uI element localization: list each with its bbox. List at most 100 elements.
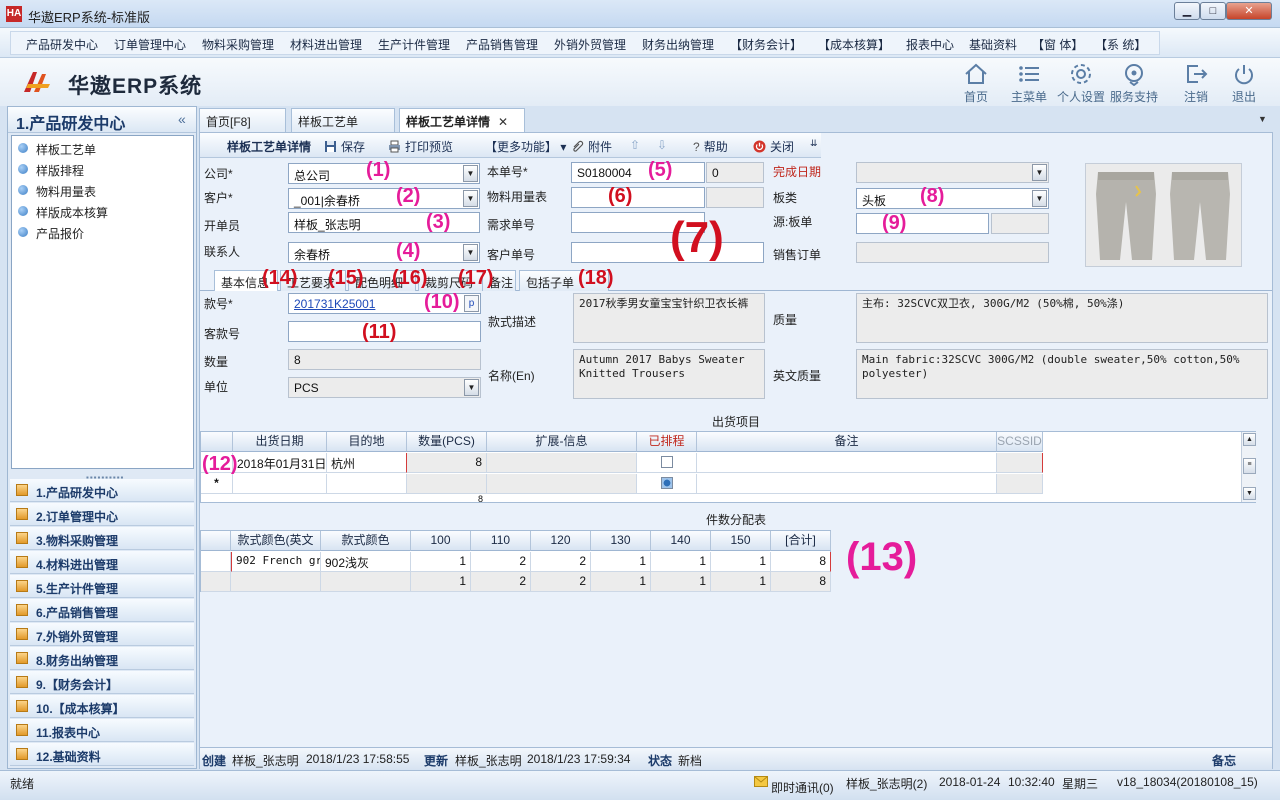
dropdown-arrow-icon[interactable]: ▼ — [1032, 164, 1047, 181]
col-scheduled[interactable]: 已排程 — [637, 432, 697, 452]
col-color-en[interactable]: 款式颜色(英文 — [231, 531, 321, 551]
quality-field[interactable]: 主布: 32SCVC双卫衣, 300G/M2 (50%棉, 50%涤) — [856, 293, 1268, 343]
dropdown-arrow-icon[interactable]: ▼ — [463, 165, 478, 182]
col-remarks[interactable]: 备注 — [697, 432, 997, 452]
move-up-icon[interactable]: ⇧ — [630, 138, 640, 152]
save-button[interactable]: 保存 — [324, 138, 365, 155]
col-size-140[interactable]: 140 — [651, 531, 711, 551]
menu-item-production[interactable]: 生产计件管理 — [378, 36, 450, 53]
dropdown-arrow-icon[interactable]: ▼ — [463, 190, 478, 207]
col-size-150[interactable]: 150 — [711, 531, 771, 551]
unit-select[interactable]: PCS ▼ — [288, 377, 481, 398]
scheduled-checkbox[interactable] — [660, 456, 673, 468]
col-scssid[interactable]: SCSSID — [997, 432, 1043, 452]
lookup-button[interactable]: p — [464, 295, 479, 312]
col-size-120[interactable]: 120 — [531, 531, 591, 551]
menu-item-accounting[interactable]: 【财务会计】 — [730, 36, 802, 53]
module-product-dev[interactable]: 1.产品研发中心 — [10, 479, 194, 502]
menu-item-reports[interactable]: 报表中心 — [906, 36, 954, 53]
col-size-130[interactable]: 130 — [591, 531, 651, 551]
size-140-cell[interactable]: 1 — [651, 552, 711, 572]
customer-order-field[interactable] — [571, 242, 764, 263]
quality-en-field[interactable]: Main fabric:32SCVC 300G/M2 (double sweat… — [856, 349, 1268, 399]
new-destination-cell[interactable] — [327, 474, 407, 494]
size-110-cell[interactable]: 2 — [471, 552, 531, 572]
new-extension-cell[interactable] — [487, 474, 637, 494]
module-accounting[interactable]: 9.【财务会计】 — [10, 671, 194, 694]
col-size-100[interactable]: 100 — [411, 531, 471, 551]
material-usage-field[interactable] — [571, 187, 705, 208]
col-total[interactable]: [合计] — [771, 531, 831, 551]
personal-settings-button[interactable]: 个人设置 — [1053, 62, 1109, 104]
style-desc-field[interactable]: 2017秋季男女童宝宝针织卫衣长裤 — [573, 293, 765, 343]
complete-date-select[interactable]: ▼ — [856, 162, 1049, 183]
dropdown-arrow-icon[interactable]: ▼ — [464, 379, 479, 396]
tabs-dropdown-icon[interactable]: ▼ — [1258, 114, 1267, 124]
scheduled-cell[interactable] — [637, 453, 697, 473]
main-menu-button[interactable]: 主菜单 — [1001, 62, 1057, 104]
module-basic-data[interactable]: 12.基础资料 — [10, 743, 194, 766]
help-button[interactable]: ? 帮助 — [693, 138, 728, 155]
move-down-icon[interactable]: ⇩ — [657, 138, 667, 152]
scroll-up-icon[interactable]: ▲ — [1243, 433, 1256, 446]
menu-item-costing[interactable]: 【成本核算】 — [818, 36, 890, 53]
dropdown-arrow-icon[interactable]: ▼ — [1032, 190, 1047, 207]
menu-item-sales[interactable]: 产品销售管理 — [466, 36, 538, 53]
module-sales[interactable]: 6.产品销售管理 — [10, 599, 194, 622]
exit-button[interactable]: 退出 — [1216, 62, 1272, 104]
col-color[interactable]: 款式颜色 — [321, 531, 411, 551]
scroll-thumb[interactable]: ≡ — [1243, 458, 1256, 474]
size-130-cell[interactable]: 1 — [591, 552, 651, 572]
module-production[interactable]: 5.生产计件管理 — [10, 575, 194, 598]
size-150-cell[interactable]: 1 — [711, 552, 771, 572]
memo-label[interactable]: 备忘 — [1212, 752, 1236, 769]
doc-no-field[interactable]: S0180004 — [571, 162, 705, 183]
print-preview-button[interactable]: 打印预览 — [388, 138, 453, 155]
toolbar-overflow-icon[interactable]: ⇊ — [810, 138, 818, 149]
new-scheduled-cell[interactable] — [637, 474, 697, 494]
col-ship-date[interactable]: 出货日期 — [233, 432, 327, 452]
ship-date-cell[interactable]: 2018年01月31日 — [233, 453, 327, 473]
color-en-cell[interactable]: 902 French gr — [231, 552, 321, 572]
menu-item-order-mgmt[interactable]: 订单管理中心 — [114, 36, 186, 53]
new-ship-date-cell[interactable] — [233, 474, 327, 494]
product-photo[interactable] — [1085, 163, 1242, 267]
col-size-110[interactable]: 110 — [471, 531, 531, 551]
size-120-cell[interactable]: 2 — [531, 552, 591, 572]
tab-home[interactable]: 首页[F8] — [199, 108, 286, 132]
menu-item-product-dev[interactable]: 产品研发中心 — [26, 36, 98, 53]
more-functions-button[interactable]: 【更多功能】 ▾ — [485, 138, 566, 155]
extension-cell[interactable] — [487, 453, 637, 473]
instant-message-button[interactable]: 即时通讯(0) — [754, 775, 834, 795]
module-reports[interactable]: 11.报表中心 — [10, 719, 194, 742]
tab-sample-process-detail[interactable]: 样板工艺单详情 ✕ — [399, 108, 525, 133]
home-button[interactable]: 首页 — [948, 62, 1004, 104]
module-purchase[interactable]: 3.物料采购管理 — [10, 527, 194, 550]
minimize-button[interactable]: ▁ — [1174, 2, 1200, 20]
name-en-field[interactable]: Autumn 2017 Babys Sweater Knitted Trouse… — [573, 349, 765, 399]
creator-field[interactable]: 样板_张志明 — [288, 212, 480, 233]
module-costing[interactable]: 10.【成本核算】 — [10, 695, 194, 718]
color-cell[interactable]: 902浅灰 — [321, 552, 411, 572]
col-extension[interactable]: 扩展-信息 — [487, 432, 637, 452]
col-destination[interactable]: 目的地 — [327, 432, 407, 452]
menu-item-system[interactable]: 【系 统】 — [1095, 36, 1146, 53]
module-order-mgmt[interactable]: 2.订单管理中心 — [10, 503, 194, 526]
menu-item-material-io[interactable]: 材料进出管理 — [290, 36, 362, 53]
maximize-button[interactable]: □ — [1200, 2, 1226, 20]
menu-item-window[interactable]: 【窗 体】 — [1032, 36, 1083, 53]
size-100-cell[interactable]: 1 — [411, 552, 471, 572]
module-export[interactable]: 7.外销外贸管理 — [10, 623, 194, 646]
menu-item-cashier[interactable]: 财务出纳管理 — [642, 36, 714, 53]
close-window-button[interactable]: ✕ — [1226, 2, 1272, 20]
collapse-panel-button[interactable]: « — [178, 111, 186, 127]
new-remarks-cell[interactable] — [697, 474, 997, 494]
menu-item-purchase[interactable]: 物料采购管理 — [202, 36, 274, 53]
source-board-field[interactable] — [856, 213, 989, 234]
col-quantity[interactable]: 数量(PCS) — [407, 432, 487, 452]
scroll-down-icon[interactable]: ▼ — [1243, 487, 1256, 500]
menu-item-basic-data[interactable]: 基础资料 — [969, 36, 1017, 53]
service-support-button[interactable]: 服务支持 — [1106, 62, 1162, 104]
tab-close-icon[interactable]: ✕ — [498, 115, 508, 129]
shipment-vertical-scrollbar[interactable]: ▲ ≡ ▼ — [1241, 432, 1256, 502]
